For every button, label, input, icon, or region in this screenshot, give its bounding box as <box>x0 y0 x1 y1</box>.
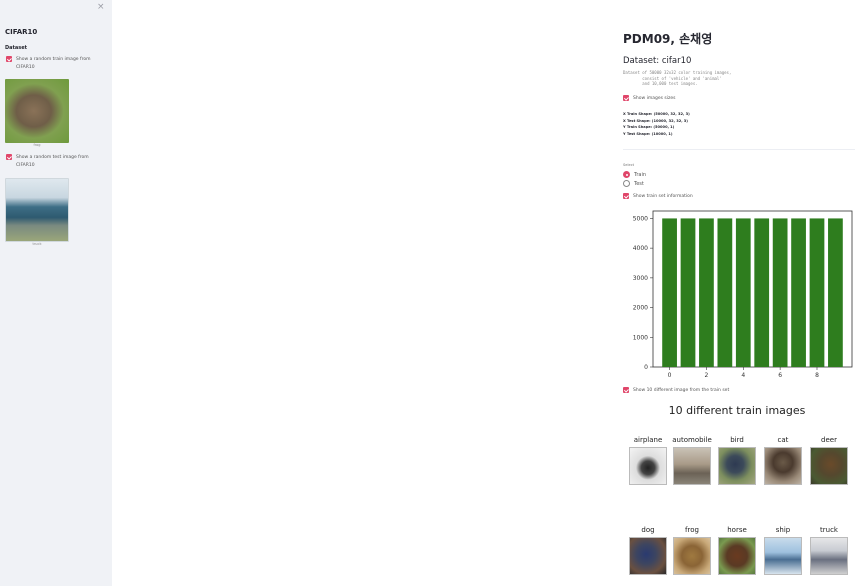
checkbox-checked-icon[interactable] <box>623 193 629 199</box>
x-tick-label: 0 <box>668 372 672 379</box>
sidebar-section-heading: Dataset <box>5 45 28 51</box>
dataset-description: Dataset of 50000 32x32 color training im… <box>623 70 732 87</box>
show-info-checkbox-row[interactable]: Show train set information <box>623 193 693 201</box>
bar <box>809 218 825 367</box>
radio-selected-icon[interactable] <box>623 171 630 178</box>
class-image <box>764 447 802 485</box>
class-image-cell: ship <box>761 526 805 575</box>
bar <box>662 218 677 367</box>
checkbox-checked-icon[interactable] <box>6 154 12 160</box>
show-10-label: Show 10 different image from the train s… <box>633 388 730 393</box>
divider <box>623 149 855 150</box>
y-tick-label: 1000 <box>633 334 648 341</box>
checkbox-checked-icon[interactable] <box>623 387 629 393</box>
bar <box>717 218 733 367</box>
radio-train-label: Train <box>634 171 646 178</box>
y-tick-label: 2000 <box>633 305 648 312</box>
class-label: frog <box>685 526 699 534</box>
test-image-checkbox-row[interactable]: Show a random test image from CIFAR10 <box>6 154 106 170</box>
class-image <box>718 447 756 485</box>
train-image-caption: frog <box>33 143 41 147</box>
class-image <box>673 537 711 575</box>
show-sizes-label: Show images sizes <box>633 96 676 101</box>
bar <box>680 218 696 367</box>
class-image-cell: truck <box>807 526 851 575</box>
class-image <box>629 447 667 485</box>
class-image-cell: cat <box>761 436 805 485</box>
class-label: bird <box>730 436 744 444</box>
class-image <box>810 447 848 485</box>
y-tick-label: 3000 <box>633 275 648 282</box>
class-image <box>764 537 802 575</box>
close-sidebar-icon[interactable]: × <box>97 2 105 12</box>
y-tick-label: 5000 <box>633 215 648 222</box>
bar <box>828 218 843 367</box>
page-title: PDM09, 손채영 <box>623 32 713 46</box>
class-image-cell: bird <box>715 436 759 485</box>
class-label: cat <box>777 436 789 444</box>
class-image-cell: frog <box>670 526 714 575</box>
show-info-label: Show train set information <box>633 194 693 199</box>
train-image-checkbox-row[interactable]: Show a random train image from CIFAR10 <box>6 56 106 72</box>
random-test-image <box>5 178 69 242</box>
dataset-header: Dataset: cifar10 <box>623 56 692 66</box>
show-sizes-checkbox-row[interactable]: Show images sizes <box>623 95 675 103</box>
class-label: deer <box>821 436 837 444</box>
class-image-cell: automobile <box>670 436 714 485</box>
bar <box>772 218 788 367</box>
class-label: ship <box>775 526 791 534</box>
sidebar: × CIFAR10 Dataset Show a random train im… <box>0 0 112 586</box>
bar <box>735 218 751 367</box>
y-tick-label: 0 <box>644 364 648 371</box>
class-image-cell: horse <box>715 526 759 575</box>
shapes-list: X Train Shape: (50000, 32, 32, 3) X Test… <box>623 111 690 137</box>
class-image <box>718 537 756 575</box>
class-image-cell: dog <box>626 526 670 575</box>
x-tick-label: 4 <box>741 372 745 379</box>
checkbox-checked-icon[interactable] <box>6 56 12 62</box>
checkbox-checked-icon[interactable] <box>623 95 629 101</box>
class-label: horse <box>727 526 747 534</box>
radio-unselected-icon[interactable] <box>623 180 630 187</box>
class-label: dog <box>641 526 655 534</box>
show-10-checkbox-row[interactable]: Show 10 different image from the train s… <box>623 387 729 395</box>
test-image-caption: truck <box>32 242 42 246</box>
shape-line: X Train Shape: (50000, 32, 32, 3) <box>623 112 690 116</box>
class-image <box>673 447 711 485</box>
radio-train[interactable]: Train <box>623 171 646 178</box>
figure-title: 10 different train images <box>668 404 806 417</box>
chart-svg: 0 1000 2000 3000 4000 5000 0 2 4 6 8 <box>633 210 853 379</box>
test-image-checkbox-label: Show a random test image from CIFAR10 <box>16 155 89 168</box>
class-label: airplane <box>633 436 663 444</box>
sidebar-title: CIFAR10 <box>5 28 38 36</box>
x-tick-label: 8 <box>815 372 819 379</box>
bar <box>791 218 806 367</box>
train-image-checkbox-label: Show a random train image from CIFAR10 <box>16 57 91 70</box>
y-tick-label: 4000 <box>633 245 648 252</box>
class-image-cell: airplane <box>626 436 670 485</box>
shape-line: Y Test Shape: (10000, 1) <box>623 131 673 136</box>
class-image <box>629 537 667 575</box>
x-tick-label: 2 <box>705 372 709 379</box>
class-label: truck <box>820 526 838 534</box>
bar <box>699 218 714 367</box>
class-label: automobile <box>672 436 712 444</box>
random-train-image <box>5 79 69 143</box>
class-image <box>810 537 848 575</box>
class-image-cell: deer <box>807 436 851 485</box>
radio-test-label: Test <box>634 180 644 187</box>
select-label: Select <box>623 163 635 167</box>
radio-test[interactable]: Test <box>623 180 644 187</box>
class-distribution-chart: 0 1000 2000 3000 4000 5000 0 2 4 6 8 <box>620 206 860 381</box>
bar <box>754 218 770 367</box>
x-tick-label: 6 <box>778 372 782 379</box>
